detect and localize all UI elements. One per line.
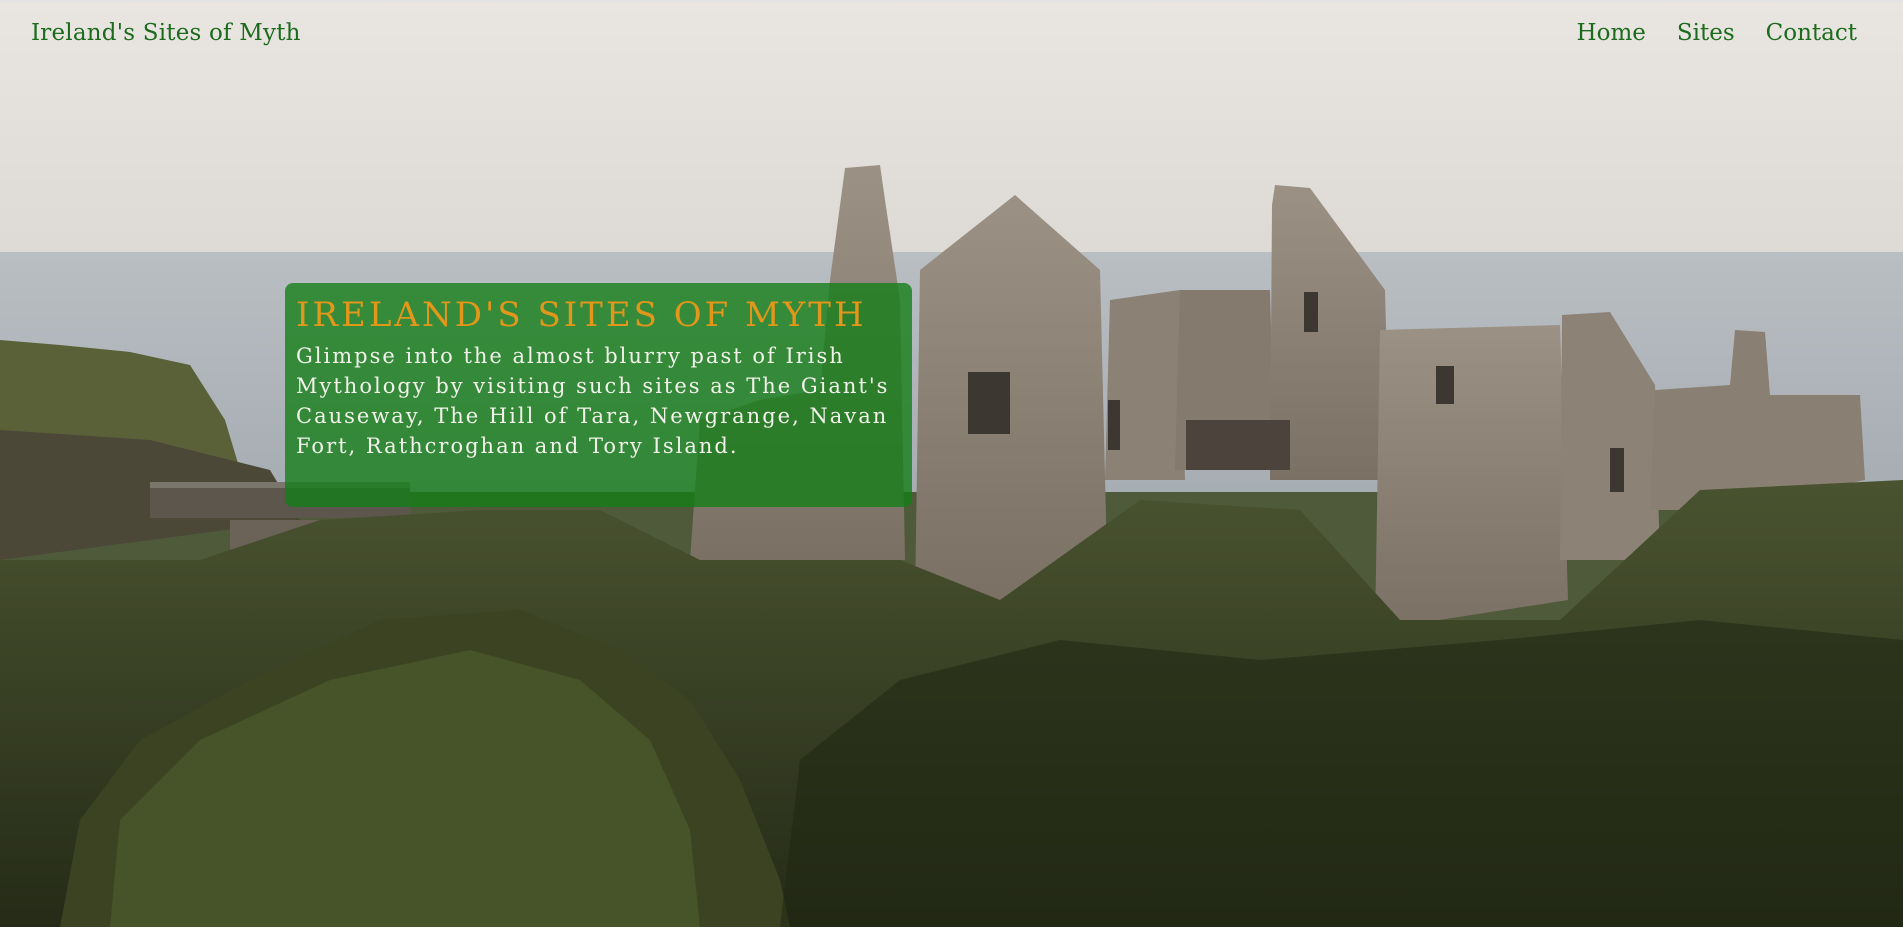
top-navbar: Ireland's Sites of Myth Home Sites Conta… — [0, 0, 1903, 70]
hero-description: Glimpse into the almost blurry past of I… — [296, 344, 890, 458]
nav-contact-link[interactable]: Contact — [1766, 20, 1857, 46]
brand-link[interactable]: Ireland's Sites of Myth — [31, 20, 301, 46]
hero-title: Ireland's Sites of Myth — [296, 295, 867, 335]
intro-panel: Ireland's Sites of Myth Glimpse into the… — [285, 283, 912, 507]
nav-home-link[interactable]: Home — [1577, 20, 1646, 46]
nav-links: Home Sites Contact — [1577, 20, 1857, 46]
nav-sites-link[interactable]: Sites — [1677, 20, 1735, 46]
